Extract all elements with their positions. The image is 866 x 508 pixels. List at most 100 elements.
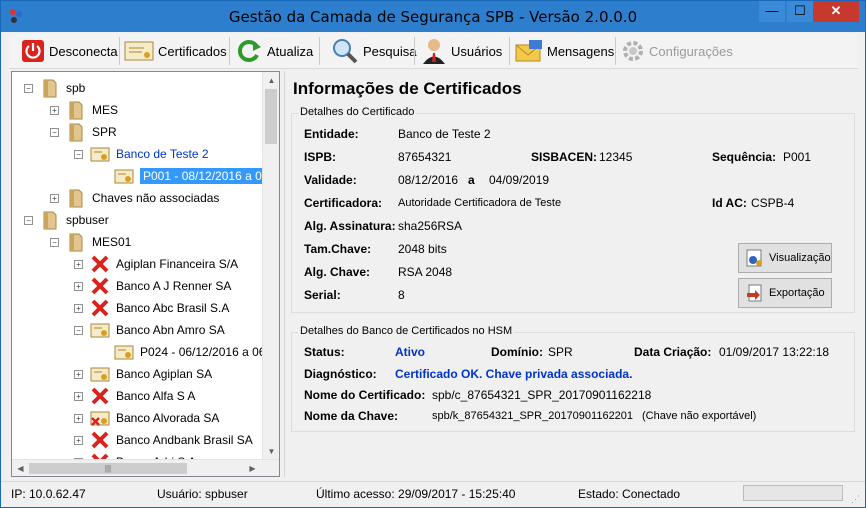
- settings-button[interactable]: Configurações: [621, 36, 733, 66]
- error-icon: [90, 276, 116, 296]
- tree-node-label: Banco Abn Amro SA: [116, 323, 225, 337]
- expand-toggle-icon[interactable]: +: [74, 435, 83, 445]
- entidade-label: Entidade:: [304, 127, 359, 141]
- tree-node[interactable]: + Banco Alvorada SA: [74, 408, 219, 428]
- expand-toggle-icon[interactable]: +: [74, 303, 83, 313]
- export-button[interactable]: Exportação: [738, 278, 832, 308]
- tree-node[interactable]: − Banco de Teste 2: [74, 144, 209, 164]
- users-button[interactable]: Usuários: [421, 36, 502, 66]
- view-button[interactable]: Visualização: [738, 243, 832, 273]
- search-icon: [333, 39, 358, 64]
- title-bar[interactable]: Gestão da Camada de Segurança SPB - Vers…: [1, 1, 865, 32]
- toolbar-divider: [615, 37, 616, 65]
- expand-toggle-icon[interactable]: +: [74, 413, 83, 423]
- gear-icon: [623, 41, 643, 61]
- alg-assinatura-value: sha256RSA: [398, 219, 463, 233]
- app-window: Gestão da Camada de Segurança SPB - Vers…: [0, 0, 866, 508]
- tree-node[interactable]: P024 - 06/12/2016 a 06/: [98, 342, 269, 362]
- disconnect-button[interactable]: Desconecta: [21, 36, 118, 66]
- expand-toggle-icon[interactable]: −: [50, 237, 59, 247]
- search-button[interactable]: Pesquisa: [331, 36, 416, 66]
- data-criacao-label: Data Criação:: [634, 345, 712, 359]
- status-bar: IP: 10.0.62.47 Usuário: spbuser Último a…: [1, 481, 865, 507]
- expand-toggle-icon[interactable]: −: [24, 83, 33, 93]
- certificate-icon: [114, 342, 140, 362]
- certificate-icon: [90, 144, 116, 164]
- tree-node[interactable]: − spb: [24, 78, 85, 98]
- expand-toggle-icon[interactable]: +: [74, 259, 83, 269]
- data-criacao-value: 01/09/2017 13:22:18: [719, 345, 830, 359]
- tree-vertical-scrollbar[interactable]: ▲ ▼: [262, 72, 279, 460]
- toolbar-divider: [229, 37, 230, 65]
- sequencia-value: P001: [783, 150, 812, 164]
- scroll-left-icon[interactable]: ◀: [12, 460, 29, 476]
- refresh-button[interactable]: Atualiza: [235, 36, 313, 66]
- tree-node[interactable]: + Banco A J Renner SA: [74, 276, 231, 296]
- expand-toggle-icon[interactable]: +: [50, 105, 59, 115]
- nome-certificado-value: spb/c_87654321_SPR_20170901162218: [432, 388, 652, 402]
- certificate-icon: [124, 41, 154, 61]
- nome-chave-label: Nome da Chave:: [304, 409, 399, 423]
- tree-node[interactable]: − spbuser: [24, 210, 109, 230]
- validade-to-value: 04/09/2019: [489, 173, 550, 187]
- tree-node[interactable]: − Banco Abn Amro SA: [74, 320, 225, 340]
- tree-node[interactable]: + Banco Agiplan SA: [74, 364, 212, 384]
- scroll-thumb[interactable]: [265, 89, 277, 144]
- tree-node[interactable]: + Banco Alfa S A: [74, 386, 195, 406]
- tam-chave-label: Tam.Chave:: [304, 242, 372, 256]
- tree-node[interactable]: + MES: [50, 100, 118, 120]
- idac-label: Id AC:: [712, 196, 747, 210]
- scroll-down-icon[interactable]: ▼: [263, 443, 279, 460]
- expand-toggle-icon[interactable]: −: [74, 149, 83, 159]
- sisbacen-label: SISBACEN:: [531, 150, 598, 164]
- messages-label: Mensagens: [547, 43, 615, 59]
- tree-node[interactable]: − MES01: [50, 232, 131, 252]
- expand-toggle-icon[interactable]: −: [74, 325, 83, 335]
- tree-node-label: spb: [66, 81, 86, 95]
- tree-node[interactable]: + Chaves não associadas: [50, 188, 219, 208]
- alg-chave-label: Alg. Chave:: [304, 265, 371, 279]
- expand-toggle-icon[interactable]: +: [74, 369, 83, 379]
- sequencia-label: Sequência:: [712, 150, 777, 164]
- resize-grip-icon[interactable]: ⋰: [851, 494, 861, 504]
- certificate-tree[interactable]: − spb + MES − SPR − Banco de Teste 2 P001 - 08/1…: [11, 71, 280, 477]
- expand-toggle-icon[interactable]: +: [74, 391, 83, 401]
- tree-node[interactable]: + Banco Abc Brasil S.A: [74, 298, 229, 318]
- tree-node-label: Banco Andbank Brasil SA: [116, 433, 253, 447]
- entidade-value: Banco de Teste 2: [398, 127, 491, 141]
- tree-node[interactable]: P001 - 08/12/2016 a 04/: [98, 166, 275, 186]
- maximize-button[interactable]: ☐: [787, 1, 813, 22]
- expand-toggle-icon[interactable]: +: [74, 281, 83, 291]
- tree-node[interactable]: + Agiplan Financeira S/A: [74, 254, 238, 274]
- tree-node-label: Agiplan Financeira S/A: [116, 257, 239, 271]
- tree-horizontal-scrollbar[interactable]: ◀ ||| ▶: [12, 459, 279, 476]
- validade-label: Validade:: [304, 173, 357, 187]
- minimize-button[interactable]: —: [759, 1, 785, 22]
- settings-label: Configurações: [649, 43, 733, 59]
- scroll-thumb[interactable]: |||: [29, 463, 187, 474]
- diagnostico-value: Certificado OK. Chave privada associada.: [395, 367, 633, 381]
- hsm-details-group: Detalhes do Banco de Certificados no HSM…: [291, 325, 855, 432]
- certificadora-value: Autoridade Certificadora de Teste: [398, 197, 562, 209]
- folder-icon: [66, 232, 92, 252]
- expand-toggle-icon[interactable]: −: [24, 215, 33, 225]
- messages-button[interactable]: Mensagens: [515, 36, 614, 66]
- scroll-right-icon[interactable]: ▶: [244, 460, 261, 476]
- error-icon: [90, 298, 116, 318]
- tree-node[interactable]: + Banco Andbank Brasil SA: [74, 430, 253, 450]
- expand-toggle-icon[interactable]: −: [50, 127, 59, 137]
- certificates-button[interactable]: Certificados: [124, 36, 227, 66]
- tree-node[interactable]: − SPR: [50, 122, 117, 142]
- expand-toggle-icon[interactable]: +: [50, 193, 59, 203]
- tree-node-label: P024 - 06/12/2016 a 06/: [140, 345, 269, 359]
- folder-icon: [66, 122, 92, 142]
- serial-value: 8: [398, 288, 405, 302]
- certificate-info-panel: Informações de Certificados Detalhes do …: [284, 71, 858, 477]
- folder-icon: [40, 210, 66, 230]
- certificate-icon: [90, 320, 116, 340]
- toolbar-divider: [119, 37, 120, 65]
- close-button[interactable]: ✕: [813, 1, 859, 22]
- tree-node-label: Banco de Teste 2: [116, 147, 209, 161]
- scroll-up-icon[interactable]: ▲: [263, 72, 279, 89]
- tree-node-label: Banco Alvorada SA: [116, 411, 220, 425]
